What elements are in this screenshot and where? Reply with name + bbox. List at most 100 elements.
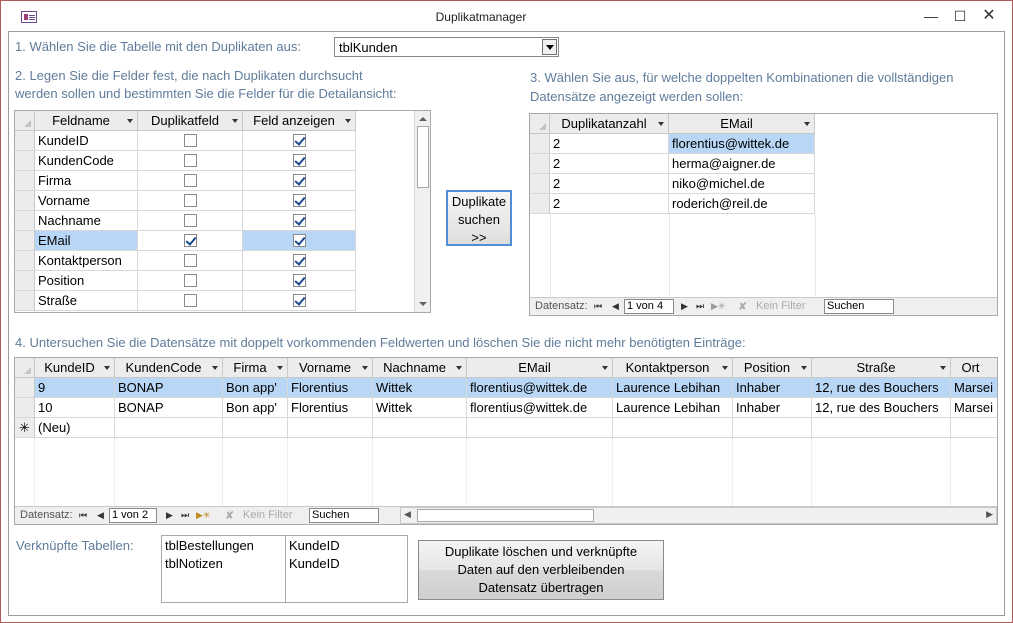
duplicate-field-cell[interactable] — [138, 271, 243, 291]
scroll-thumb[interactable] — [417, 126, 429, 188]
record-cell-strasse[interactable]: 12, rue des Bouchers — [812, 378, 951, 398]
record-cell-position[interactable]: Inhaber — [733, 378, 812, 398]
show-checkbox[interactable] — [293, 194, 306, 207]
scroll-left-icon[interactable]: ◀ — [404, 509, 411, 520]
duplicate-checkbox[interactable] — [184, 294, 197, 307]
new-record-cell-firma[interactable] — [223, 418, 288, 438]
no-filter-label[interactable]: Kein Filter — [243, 509, 293, 521]
duplicate-checkbox[interactable] — [184, 214, 197, 227]
duplicate-field-cell[interactable] — [138, 231, 243, 251]
fields-vertical-scrollbar[interactable] — [414, 111, 430, 312]
field-name-cell[interactable]: KundenCode — [35, 151, 138, 171]
duplicate-checkbox[interactable] — [184, 274, 197, 287]
show-checkbox[interactable] — [293, 294, 306, 307]
field-name-cell[interactable]: Kontaktperson — [35, 251, 138, 271]
delete-and-merge-button[interactable]: Duplikate löschen und verknüpfte Daten a… — [418, 540, 664, 600]
duplicate-checkbox[interactable] — [184, 154, 197, 167]
row-selector[interactable] — [15, 251, 35, 271]
row-selector[interactable] — [530, 134, 550, 154]
new-record-icon[interactable]: ▶✳ — [711, 301, 725, 312]
filter-icon[interactable]: ✘ — [225, 509, 234, 522]
field-name-cell[interactable]: EMail — [35, 231, 138, 251]
scroll-right-icon[interactable]: ▶ — [986, 509, 993, 520]
duplicate-count-cell[interactable]: 2 — [550, 154, 669, 174]
record-position-field[interactable]: 1 von 2 — [109, 508, 157, 523]
close-icon[interactable]: ✕ — [974, 5, 1004, 27]
column-header-email[interactable]: EMail — [669, 114, 815, 134]
filter-icon[interactable]: ✘ — [738, 300, 747, 313]
record-cell-vorname[interactable]: Florentius — [288, 378, 373, 398]
duplicate-count-cell[interactable]: 2 — [550, 134, 669, 154]
record-cell-firma[interactable]: Bon app' — [223, 378, 288, 398]
column-header-strasse[interactable]: Straße — [812, 358, 951, 378]
record-cell-nachname[interactable]: Wittek — [373, 398, 467, 418]
column-header-ort[interactable]: Ort — [951, 358, 997, 378]
show-checkbox[interactable] — [293, 174, 306, 187]
row-selector[interactable] — [15, 378, 35, 398]
first-record-icon[interactable]: ⏮ — [594, 301, 602, 312]
field-name-cell[interactable]: KundeID — [35, 131, 138, 151]
scroll-down-icon[interactable] — [415, 297, 430, 311]
column-header-kundencode[interactable]: KundenCode — [115, 358, 223, 378]
duplicate-field-cell[interactable] — [138, 171, 243, 191]
record-cell-strasse[interactable]: 12, rue des Bouchers — [812, 398, 951, 418]
column-header-firma[interactable]: Firma — [223, 358, 288, 378]
select-all-corner[interactable] — [15, 358, 35, 378]
column-header-kontaktperson[interactable]: Kontaktperson — [613, 358, 733, 378]
duplicate-checkbox[interactable] — [184, 174, 197, 187]
show-field-cell[interactable] — [243, 231, 356, 251]
row-selector[interactable] — [15, 291, 35, 311]
row-selector[interactable] — [15, 231, 35, 251]
show-checkbox[interactable] — [293, 154, 306, 167]
select-all-corner[interactable] — [15, 111, 35, 131]
record-cell-kundeid[interactable]: 10 — [35, 398, 115, 418]
new-row-selector-icon[interactable]: ✳ — [15, 418, 35, 438]
next-record-icon[interactable]: ▶ — [681, 301, 688, 312]
row-selector[interactable] — [530, 154, 550, 174]
new-record-cell-nachname[interactable] — [373, 418, 467, 438]
search-duplicates-button[interactable]: Duplikate suchen >> — [446, 190, 512, 246]
new-record-cell-position[interactable] — [733, 418, 812, 438]
new-record-cell[interactable]: (Neu) — [35, 418, 115, 438]
search-field[interactable]: Suchen — [824, 299, 894, 314]
duplicate-checkbox[interactable] — [184, 194, 197, 207]
show-checkbox[interactable] — [293, 134, 306, 147]
duplicate-field-cell[interactable] — [138, 211, 243, 231]
record-cell-kundencode[interactable]: BONAP — [115, 398, 223, 418]
field-name-cell[interactable]: Firma — [35, 171, 138, 191]
new-record-cell-ort[interactable] — [951, 418, 997, 438]
duplicate-checkbox[interactable] — [184, 254, 197, 267]
duplicate-field-cell[interactable] — [138, 251, 243, 271]
scroll-up-icon[interactable] — [415, 112, 430, 126]
email-cell[interactable]: florentius@wittek.de — [669, 134, 815, 154]
duplicate-field-cell[interactable] — [138, 151, 243, 171]
show-field-cell[interactable] — [243, 191, 356, 211]
record-cell-ort[interactable]: Marsei — [951, 378, 997, 398]
next-record-icon[interactable]: ▶ — [166, 510, 173, 521]
show-field-cell[interactable] — [243, 251, 356, 271]
column-header-kundeid[interactable]: KundeID — [35, 358, 115, 378]
row-selector[interactable] — [15, 131, 35, 151]
show-field-cell[interactable] — [243, 271, 356, 291]
row-selector[interactable] — [530, 194, 550, 214]
duplicate-field-cell[interactable] — [138, 291, 243, 311]
new-record-cell-strasse[interactable] — [812, 418, 951, 438]
column-header-feld-anzeigen[interactable]: Feld anzeigen — [243, 111, 356, 131]
show-checkbox[interactable] — [293, 274, 306, 287]
duplicate-field-cell[interactable] — [138, 191, 243, 211]
column-header-email[interactable]: EMail — [467, 358, 613, 378]
record-cell-email[interactable]: florentius@wittek.de — [467, 398, 613, 418]
duplicate-count-cell[interactable]: 2 — [550, 174, 669, 194]
column-header-feldname[interactable]: Feldname — [35, 111, 138, 131]
linked-tables-list[interactable]: tblBestellungen KundeID tblNotizen Kunde… — [161, 535, 408, 603]
row-selector[interactable] — [15, 171, 35, 191]
field-name-cell[interactable]: Nachname — [35, 211, 138, 231]
first-record-icon[interactable]: ⏮ — [79, 510, 87, 521]
row-selector[interactable] — [530, 174, 550, 194]
duplicate-count-cell[interactable]: 2 — [550, 194, 669, 214]
record-position-field[interactable]: 1 von 4 — [624, 299, 674, 314]
scroll-thumb[interactable] — [417, 509, 594, 522]
record-cell-email[interactable]: florentius@wittek.de — [467, 378, 613, 398]
row-selector[interactable] — [15, 191, 35, 211]
search-field[interactable]: Suchen — [309, 508, 379, 523]
